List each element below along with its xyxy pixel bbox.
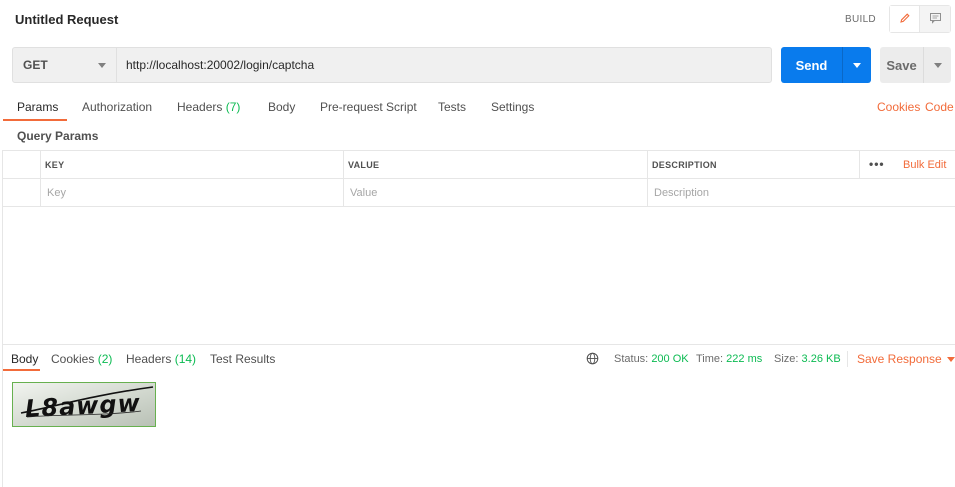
chevron-down-icon bbox=[853, 62, 861, 68]
column-divider bbox=[859, 151, 860, 179]
column-header-key: KEY bbox=[45, 160, 65, 170]
divider bbox=[847, 351, 848, 367]
column-divider bbox=[647, 151, 648, 207]
active-response-tab-indicator bbox=[3, 369, 40, 371]
active-tab-indicator bbox=[3, 119, 67, 121]
description-input[interactable]: Description bbox=[654, 187, 709, 199]
response-tab-headers[interactable]: Headers (14) bbox=[126, 352, 196, 366]
build-mode-label: BUILD bbox=[845, 14, 876, 25]
comment-icon bbox=[929, 12, 942, 27]
time-value[interactable]: 222 ms bbox=[726, 353, 762, 365]
tab-tests[interactable]: Tests bbox=[438, 100, 466, 114]
time-label: Time: bbox=[696, 353, 724, 365]
save-options-button[interactable] bbox=[924, 47, 951, 83]
column-header-value: VALUE bbox=[348, 160, 380, 170]
value-input[interactable]: Value bbox=[350, 187, 377, 199]
chevron-down-icon bbox=[933, 62, 942, 68]
tab-authorization[interactable]: Authorization bbox=[82, 100, 152, 114]
response-tab-test-results[interactable]: Test Results bbox=[210, 352, 275, 366]
title-bar: Untitled Request BUILD bbox=[0, 0, 955, 40]
tab-headers-label: Headers bbox=[177, 100, 223, 114]
column-divider bbox=[343, 151, 344, 207]
globe-icon[interactable] bbox=[586, 352, 599, 368]
status-value[interactable]: 200 OK bbox=[651, 353, 688, 365]
query-params-heading: Query Params bbox=[17, 129, 99, 143]
method-select[interactable]: GET bbox=[13, 48, 117, 82]
send-button[interactable]: Send bbox=[781, 47, 843, 83]
query-params-table: KEY VALUE DESCRIPTION ••• Bulk Edit Key … bbox=[2, 150, 955, 207]
captcha-image: L8awgw bbox=[12, 382, 156, 427]
code-link[interactable]: Code bbox=[925, 100, 954, 114]
save-button-group: Save bbox=[880, 47, 951, 83]
send-button-group: Send bbox=[781, 47, 871, 83]
response-tab-headers-count: (14) bbox=[174, 352, 197, 366]
response-status: Status: 200 OK bbox=[614, 353, 689, 365]
response-tab-cookies-label: Cookies bbox=[51, 352, 95, 366]
tab-body[interactable]: Body bbox=[268, 100, 295, 114]
response-tab-headers-label: Headers bbox=[126, 352, 172, 366]
tab-pre-request-script[interactable]: Pre-request Script bbox=[320, 100, 417, 114]
request-url-bar: GET http://localhost:20002/login/captcha bbox=[12, 47, 772, 83]
status-label: Status: bbox=[614, 353, 649, 365]
save-response-button[interactable]: Save Response bbox=[857, 352, 955, 366]
edit-mode-button[interactable] bbox=[890, 6, 921, 32]
size-value[interactable]: 3.26 KB bbox=[802, 353, 841, 365]
response-time: Time: 222 ms bbox=[696, 353, 762, 365]
response-size: Size: 3.26 KB bbox=[774, 353, 841, 365]
response-tabs: Body Cookies (2) Headers (14) Test Resul… bbox=[0, 345, 955, 373]
method-value: GET bbox=[23, 58, 48, 72]
bulk-edit-link[interactable]: Bulk Edit bbox=[903, 159, 946, 171]
save-response-label: Save Response bbox=[857, 352, 942, 366]
pencil-icon bbox=[899, 12, 911, 27]
comments-mode-button[interactable] bbox=[920, 6, 950, 32]
response-tab-cookies[interactable]: Cookies (2) bbox=[51, 352, 112, 366]
cookies-link[interactable]: Cookies bbox=[877, 100, 920, 114]
tab-headers[interactable]: Headers (7) bbox=[177, 100, 240, 114]
more-options-icon[interactable]: ••• bbox=[869, 157, 885, 171]
tab-settings[interactable]: Settings bbox=[491, 100, 534, 114]
table-header-row: KEY VALUE DESCRIPTION ••• Bulk Edit bbox=[2, 151, 955, 179]
key-input[interactable]: Key bbox=[47, 187, 66, 199]
send-options-button[interactable] bbox=[843, 47, 871, 83]
size-label: Size: bbox=[774, 353, 799, 365]
url-input[interactable]: http://localhost:20002/login/captcha bbox=[117, 48, 771, 82]
save-button[interactable]: Save bbox=[880, 47, 924, 83]
mode-toggle bbox=[889, 5, 951, 33]
tab-params[interactable]: Params bbox=[17, 100, 58, 114]
chevron-down-icon bbox=[98, 63, 106, 68]
column-header-description: DESCRIPTION bbox=[652, 160, 717, 170]
request-tabs: Params Authorization Headers (7) Body Pr… bbox=[0, 96, 955, 122]
request-title[interactable]: Untitled Request bbox=[15, 12, 118, 27]
response-tab-cookies-count: (2) bbox=[97, 352, 113, 366]
column-divider bbox=[40, 151, 41, 207]
chevron-down-icon bbox=[946, 357, 955, 363]
tab-headers-count: (7) bbox=[225, 100, 241, 114]
table-row: Key Value Description bbox=[2, 179, 955, 207]
response-tab-body[interactable]: Body bbox=[11, 352, 38, 366]
